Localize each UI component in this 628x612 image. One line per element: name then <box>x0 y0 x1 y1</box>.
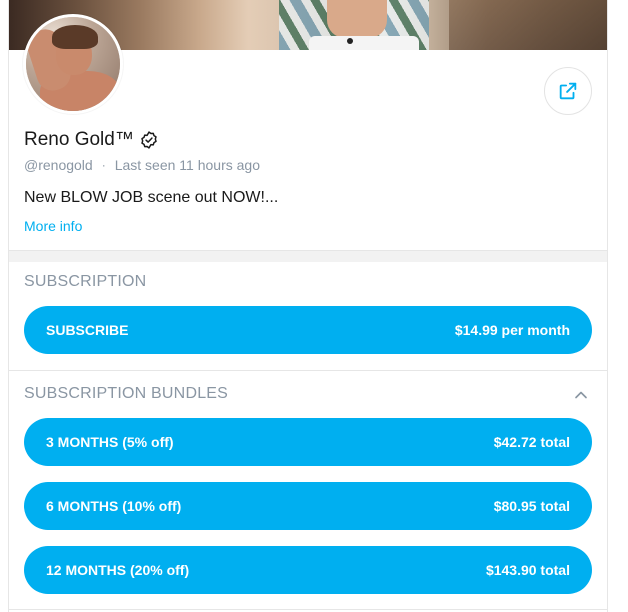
separator-line <box>9 370 607 371</box>
profile-handle: @renogold <box>24 157 93 173</box>
bundle-button-6-months[interactable]: 6 MONTHS (10% off) $80.95 total <box>24 482 592 530</box>
bundle-button-3-months[interactable]: 3 MONTHS (5% off) $42.72 total <box>24 418 592 466</box>
bundle-label: 3 MONTHS (5% off) <box>46 434 174 450</box>
bundle-price: $143.90 total <box>485 562 570 578</box>
verified-badge-icon <box>139 130 159 150</box>
avatar[interactable] <box>23 14 123 114</box>
share-button[interactable] <box>544 67 592 115</box>
bundle-price: $42.72 total <box>493 434 570 450</box>
separator-dot: · <box>101 158 106 172</box>
bundle-price: $80.95 total <box>493 498 570 514</box>
bundle-button-12-months[interactable]: 12 MONTHS (20% off) $143.90 total <box>24 546 592 594</box>
handle-row: @renogold · Last seen 11 hours ago <box>24 157 260 173</box>
bundles-title: SUBSCRIPTION BUNDLES <box>24 385 229 402</box>
subscribe-price: $14.99 per month <box>454 322 570 338</box>
bottom-border <box>9 609 607 610</box>
share-icon <box>559 82 577 100</box>
bundle-label: 6 MONTHS (10% off) <box>46 498 182 514</box>
subscribe-button[interactable]: SUBSCRIBE $14.99 per month <box>24 306 592 354</box>
more-info-link[interactable]: More info <box>24 218 82 234</box>
last-seen: Last seen 11 hours ago <box>114 157 260 173</box>
subscribe-label: SUBSCRIBE <box>46 322 129 338</box>
bundle-label: 12 MONTHS (20% off) <box>46 562 190 578</box>
profile-name-row: Reno Gold™ <box>24 129 159 151</box>
chevron-up-icon[interactable] <box>571 385 591 405</box>
profile-card: Reno Gold™ @renogold · Last seen 11 hour… <box>8 0 608 612</box>
subscription-title: SUBSCRIPTION <box>24 273 147 290</box>
profile-bio: New BLOW JOB scene out NOW!... <box>24 189 279 206</box>
profile-name: Reno Gold™ <box>24 129 134 150</box>
section-divider <box>9 250 607 262</box>
